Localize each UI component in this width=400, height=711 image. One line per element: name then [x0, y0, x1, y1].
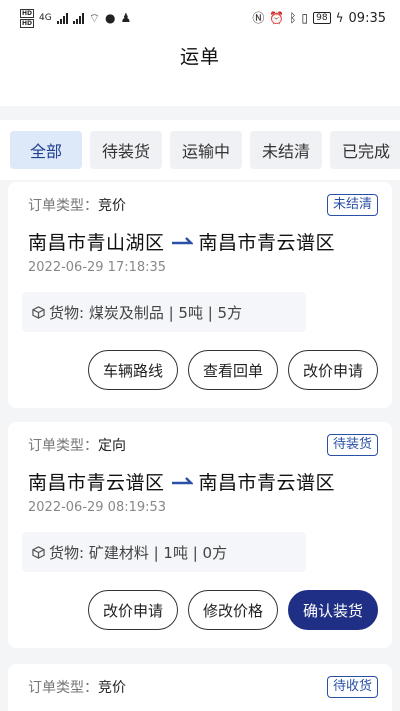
tab-completed[interactable]: 已完成 [330, 131, 400, 169]
alarm-icon: ⏰ [269, 11, 285, 25]
vibrate-icon: ▯ [301, 11, 309, 25]
bluetooth-icon: ᛒ [289, 11, 297, 25]
vehicle-route-button[interactable]: 车辆路线 [88, 350, 178, 390]
goods-info: 货物: 煤炭及制品 | 5吨 | 5方 [22, 292, 306, 332]
status-badge: 待收货 [326, 676, 378, 698]
view-receipt-button[interactable]: 查看回单 [188, 350, 278, 390]
order-type: 订单类型：竞价 [28, 198, 126, 214]
page-title: 运单 [179, 46, 220, 68]
network-type: 4G [39, 13, 52, 23]
order-type-value: 竞价 [98, 680, 126, 696]
route: 南昌市青山湖区 南昌市青云谱区 [28, 228, 378, 254]
signal-icon-2 [72, 12, 84, 24]
status-badge: 待装货 [326, 434, 378, 456]
route-to: 南昌市青云谱区 [198, 471, 336, 494]
clock: 09:35 [348, 10, 386, 26]
route-from: 南昌市青云谱区 [28, 471, 165, 494]
order-type: 订单类型：竞价 [28, 680, 126, 696]
wifi-icon: ⌔ [88, 11, 100, 25]
order-card[interactable]: 订单类型：定向 待装货 南昌市青云谱区 南昌市青云谱区 2022-06-29 0… [8, 422, 392, 648]
tab-pending-loading[interactable]: 待装货 [90, 131, 162, 169]
order-date: 2022-06-29 08:19:53 [28, 500, 167, 515]
page-header: 运单 [0, 36, 400, 106]
order-card[interactable]: 订单类型：竞价 待收货 [8, 664, 392, 711]
price-change-request-button[interactable]: 改价申请 [88, 590, 178, 630]
nfc-icon: Ⓝ [252, 11, 265, 25]
battery-icon: 98 [313, 12, 331, 24]
status-bar: HD HD 4G ⌔ ● ♟ Ⓝ ⏰ ᛒ ▯ 98 ϟ 09:35 [0, 0, 400, 36]
globe-icon: ● [105, 11, 116, 25]
route: 南昌市青云谱区 南昌市青云谱区 [28, 468, 378, 494]
card-actions: 改价申请 修改价格 确认装货 [28, 590, 378, 630]
order-type-value: 定向 [98, 438, 126, 454]
status-bar-left: HD HD 4G ⌔ ● ♟ [20, 8, 132, 28]
confirm-loading-button[interactable]: 确认装货 [288, 590, 378, 630]
order-card[interactable]: 订单类型：竞价 未结清 南昌市青山湖区 南昌市青云谱区 2022-06-29 1… [8, 182, 392, 408]
route-arrow-icon [171, 477, 193, 485]
modify-price-button[interactable]: 修改价格 [188, 590, 278, 630]
charging-icon: ϟ [335, 11, 344, 25]
card-top: 订单类型：定向 待装货 [28, 432, 378, 458]
order-type: 订单类型：定向 [28, 438, 126, 454]
tab-in-transit[interactable]: 运输中 [170, 131, 242, 169]
order-date: 2022-06-29 17:18:35 [28, 260, 167, 275]
app-notification-icon: ♟ [120, 11, 132, 25]
order-type-value: 竞价 [98, 198, 126, 214]
status-bar-right: Ⓝ ⏰ ᛒ ▯ 98 ϟ 09:35 [252, 11, 386, 26]
card-top: 订单类型：竞价 待收货 [28, 674, 378, 700]
hd-badge: HD HD [20, 8, 35, 28]
status-badge: 未结清 [326, 194, 378, 216]
route-arrow-icon [171, 237, 193, 245]
signal-icon [56, 12, 68, 24]
tab-all[interactable]: 全部 [10, 131, 82, 169]
box-icon [32, 305, 45, 319]
card-top: 订单类型：竞价 未结清 [28, 192, 378, 218]
box-icon [32, 545, 45, 559]
card-actions: 车辆路线 查看回单 改价申请 [28, 350, 378, 390]
route-from: 南昌市青山湖区 [28, 231, 165, 254]
tab-unsettled[interactable]: 未结清 [250, 131, 322, 169]
price-change-request-button[interactable]: 改价申请 [288, 350, 378, 390]
route-to: 南昌市青云谱区 [198, 231, 336, 254]
status-tabs: 全部 待装货 运输中 未结清 已完成 [0, 120, 400, 180]
goods-info: 货物: 矿建材料 | 1吨 | 0方 [22, 532, 306, 572]
